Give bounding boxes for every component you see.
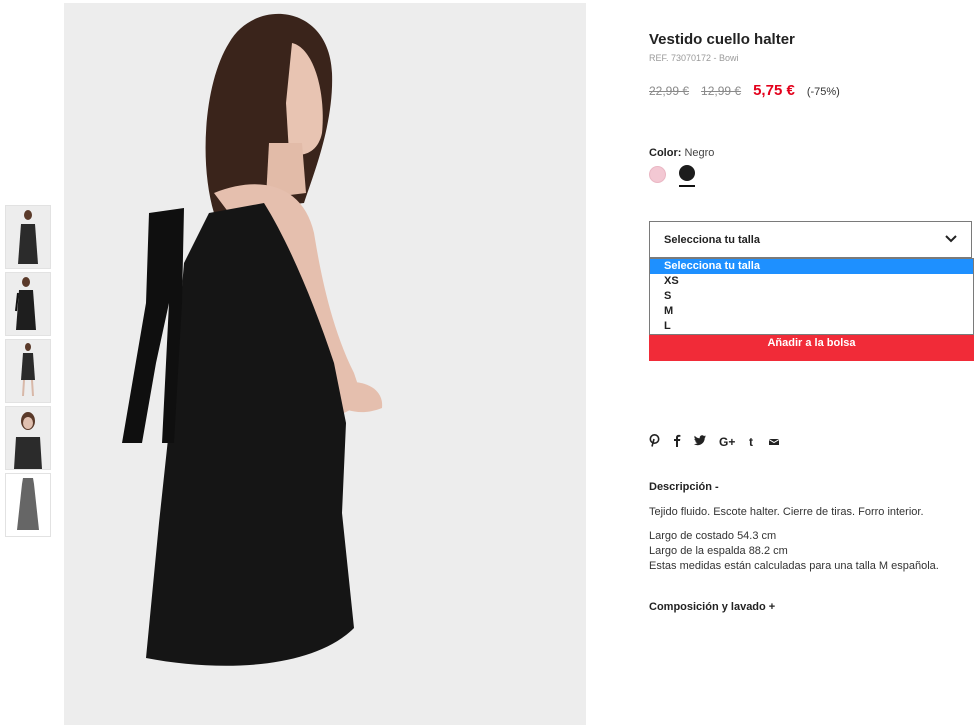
size-option-m[interactable]: M <box>650 304 973 319</box>
svg-text:G+: G+ <box>719 435 735 447</box>
facebook-icon[interactable] <box>673 434 681 450</box>
size-select-value: Selecciona tu talla <box>664 234 760 246</box>
description-toggle[interactable]: Descripción - <box>649 481 719 493</box>
description-text: Tejido fluido. Escote halter. Cierre de … <box>649 506 924 518</box>
thumbnail-5[interactable] <box>5 473 51 537</box>
product-main-image <box>64 3 586 725</box>
color-swatch-black[interactable] <box>679 165 695 187</box>
thumbnail-4[interactable] <box>5 406 51 470</box>
size-option-s[interactable]: S <box>650 289 973 304</box>
color-swatches <box>649 165 708 187</box>
thumbnail-1[interactable] <box>5 205 51 269</box>
product-title: Vestido cuello halter <box>649 31 795 48</box>
description-measure-note: Estas medidas están calculadas para una … <box>649 560 939 572</box>
share-icons: G+ t <box>649 434 792 450</box>
size-dropdown-list: Selecciona tu talla XS S M L <box>649 258 974 335</box>
previous-price: 12,99 € <box>701 84 742 98</box>
size-option-placeholder[interactable]: Selecciona tu talla <box>650 259 973 274</box>
sale-price: 5,75 € <box>753 82 795 99</box>
color-label-title: Color: <box>649 147 682 159</box>
discount-badge: (-75%) <box>806 86 840 98</box>
thumbnail-2[interactable] <box>5 272 51 336</box>
color-swatch-pink[interactable] <box>649 166 666 183</box>
product-reference: REF. 73070172 - Bowi <box>649 53 739 63</box>
pinterest-icon[interactable] <box>649 434 660 450</box>
chevron-down-icon <box>945 235 957 243</box>
price-block: 22,99 € 12,99 € 5,75 € (-75%) <box>649 82 840 99</box>
twitter-icon[interactable] <box>694 435 706 449</box>
size-option-xs[interactable]: XS <box>650 274 973 289</box>
description-measure-2: Largo de la espalda 88.2 cm <box>649 545 788 557</box>
add-to-bag-button[interactable]: Añadir a la bolsa <box>649 335 974 361</box>
thumbnail-3[interactable] <box>5 339 51 403</box>
size-select[interactable]: Selecciona tu talla <box>649 221 972 258</box>
size-option-l[interactable]: L <box>650 319 973 334</box>
thumbnail-strip <box>5 205 51 540</box>
selected-color-name: Negro <box>684 147 715 159</box>
composition-toggle[interactable]: Composición y lavado + <box>649 601 775 613</box>
color-label: Color: Negro <box>649 147 714 159</box>
svg-text:t: t <box>749 435 753 447</box>
tumblr-icon[interactable]: t <box>749 435 756 450</box>
description-measure-1: Largo de costado 54.3 cm <box>649 530 777 542</box>
email-icon[interactable] <box>768 435 780 449</box>
description-body: Tejido fluido. Escote halter. Cierre de … <box>649 505 974 574</box>
original-price: 22,99 € <box>649 84 690 98</box>
google-plus-icon[interactable]: G+ <box>719 435 736 450</box>
